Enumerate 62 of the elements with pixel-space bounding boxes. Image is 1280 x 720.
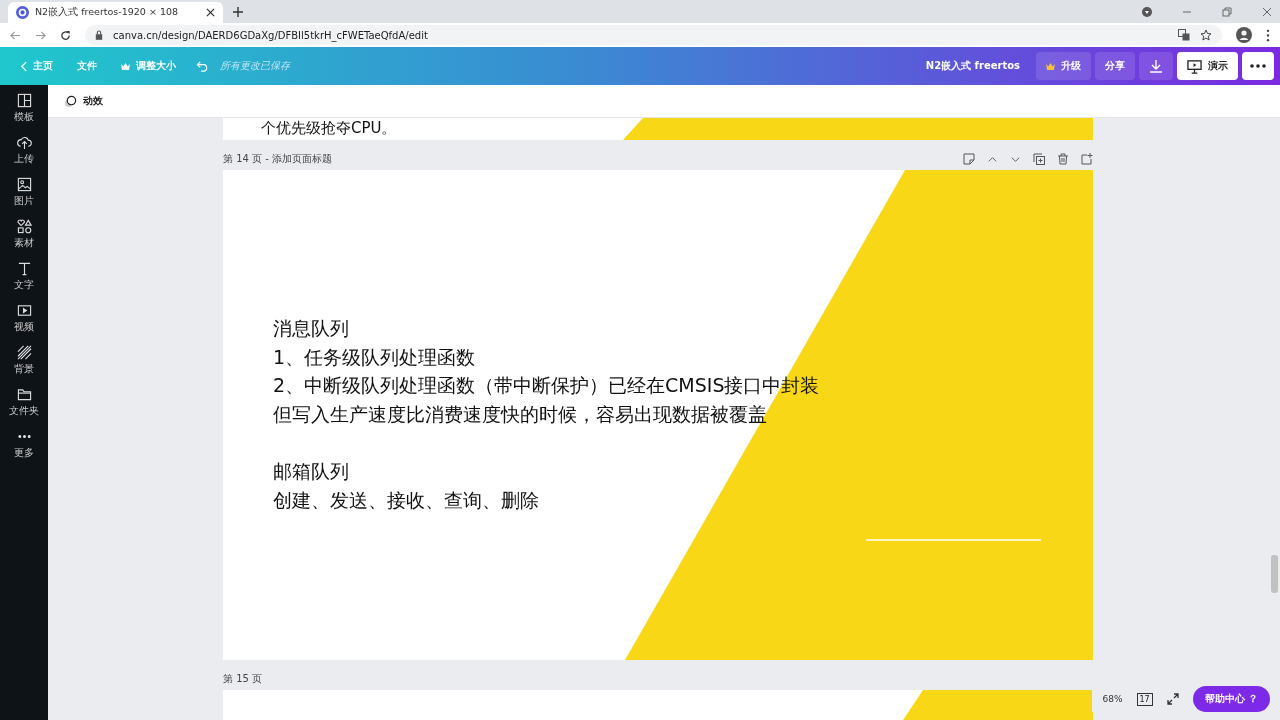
crown-icon [121,62,130,70]
sidebar-item[interactable]: 背景 [14,345,34,376]
forward-icon[interactable] [35,29,46,41]
account-icon[interactable] [1236,27,1252,43]
presentation-icon [1187,58,1202,74]
crown-icon [1046,62,1055,70]
photos-icon [16,177,32,192]
animation-icon [64,94,77,108]
sidebar-item[interactable]: 上传 [14,135,34,166]
folder-icon [16,387,32,402]
profile-menu-icon[interactable] [1142,6,1152,17]
download-button[interactable] [1139,52,1173,80]
sidebar-item[interactable]: 文件夹 [9,387,39,418]
more-button[interactable] [1242,52,1274,80]
sidebar-item[interactable]: 更多 [14,429,34,460]
translate-icon[interactable] [1178,29,1190,41]
page-count-button[interactable]: 17 [1136,692,1153,706]
sidebar-item[interactable]: 图片 [14,177,34,208]
templates-icon [16,93,32,108]
canva-logo-icon [16,6,29,19]
chevron-left-icon [20,60,27,72]
slide-text: 个优先级抢夺CPU。 [261,118,397,138]
duplicate-icon[interactable] [1033,153,1045,165]
notes-icon[interactable] [963,153,975,165]
upload-icon [16,135,32,150]
browser-tab[interactable]: N2嵌入式 freertos-1920 × 108 [8,2,223,23]
sidebar-item[interactable]: 视频 [14,303,34,334]
help-button[interactable]: 帮助中心 ？ [1192,686,1270,712]
address-bar[interactable]: canva.cn/design/DAERD6GDaXg/DFBIl5tkrH_cFWETaeQfdA/edit [85,25,1222,45]
present-button[interactable]: 演示 [1177,52,1238,80]
add-page-icon[interactable] [1081,153,1093,165]
close-icon[interactable] [206,8,215,17]
download-icon [1149,59,1163,73]
upgrade-button[interactable]: 升级 [1036,52,1091,80]
page-title[interactable]: 第 14 页 - 添加页面标题 [223,152,333,166]
elements-icon [16,219,32,234]
design-title[interactable]: N2嵌入式 freertos [925,59,1020,73]
text-icon [16,261,32,276]
trash-icon[interactable] [1057,153,1069,165]
lock-icon [95,30,103,40]
animate-button[interactable]: 动效 [58,93,109,109]
zoom-level[interactable]: 68% [1102,694,1123,704]
background-icon [16,345,32,360]
video-icon [16,303,32,318]
sidebar-item[interactable]: 文字 [14,261,34,292]
tab-title: N2嵌入式 freertos-1920 × 108 [35,6,180,19]
more-icon [1250,64,1266,68]
sidebar-item[interactable]: 素材 [14,219,34,250]
back-icon[interactable] [10,29,21,41]
new-tab-icon[interactable] [233,6,243,17]
star-icon[interactable] [1200,29,1212,41]
menu-icon[interactable] [1266,28,1270,42]
slide-text: 消息队列 1、任务级队列处理函数 2、中断级队列处理函数（带中断保护）已经在CMSIS接口中封装 但写入生产速度比消费速度快的时候，容易出现数据被覆盖 邮箱队列 创建、发送、接收、查询、删除 [273,316,820,513]
sidebar-item[interactable]: 模板 [14,93,34,124]
slide[interactable]: 消息队列 1、任务级队列处理函数 2、中断级队列处理函数（带中断保护）已经在CMSIS接口中封装 但写入生产速度比消费速度快的时候，容易出现数据被覆盖 邮箱队列 创建、发送、接收、查询、删除 [223,170,1093,660]
share-button[interactable]: 分享 [1095,52,1135,80]
restore-icon[interactable] [1222,6,1232,17]
reload-icon[interactable] [60,29,71,41]
slide[interactable]: 个优先级抢夺CPU。 [223,118,1093,140]
page-title[interactable]: 第 15 页 [223,672,263,686]
save-status: 所有更改已保存 [220,59,290,73]
fullscreen-icon[interactable] [1166,693,1179,705]
